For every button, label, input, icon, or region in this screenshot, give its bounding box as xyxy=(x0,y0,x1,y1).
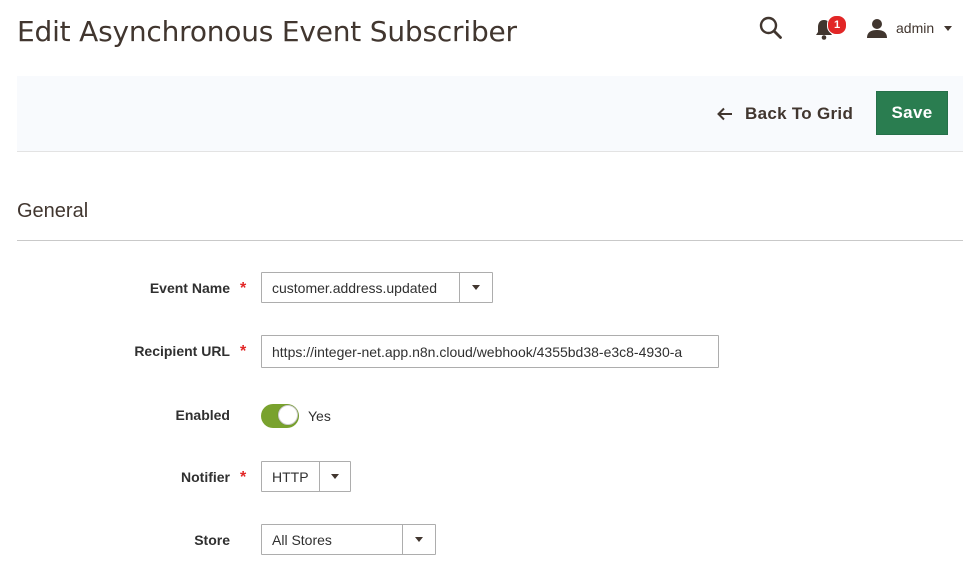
event-name-required-mark: * xyxy=(240,280,247,297)
back-to-grid-button[interactable]: Back To Grid xyxy=(717,101,853,127)
store-value: All Stores xyxy=(272,531,332,548)
page-title: Edit Asynchronous Event Subscriber xyxy=(17,15,517,48)
recipient-url-label: Recipient URL xyxy=(134,343,230,359)
arrow-left-icon xyxy=(717,107,732,121)
enabled-toggle[interactable] xyxy=(261,404,299,428)
recipient-url-input[interactable] xyxy=(261,335,719,368)
notifications-button[interactable]: 1 xyxy=(812,14,848,42)
back-to-grid-label: Back To Grid xyxy=(745,104,854,123)
store-dropdown-toggle[interactable] xyxy=(402,525,435,554)
chevron-down-icon xyxy=(415,537,423,542)
enabled-label: Enabled xyxy=(175,407,230,423)
chevron-down-icon xyxy=(472,285,480,290)
notifier-label: Notifier xyxy=(181,469,230,485)
save-button[interactable]: Save xyxy=(876,91,948,135)
page-actions-bar: Back To Grid Save xyxy=(17,76,963,152)
enabled-value: Yes xyxy=(308,408,331,424)
notifier-select[interactable]: HTTP xyxy=(261,461,351,492)
section-title-general: General xyxy=(17,200,89,222)
store-select[interactable]: All Stores xyxy=(261,524,436,555)
notifier-dropdown-toggle[interactable] xyxy=(318,462,350,491)
recipient-url-required-mark: * xyxy=(240,343,247,360)
notification-count-badge: 1 xyxy=(827,15,847,35)
section-divider xyxy=(17,240,963,241)
notifier-required-mark: * xyxy=(240,469,247,486)
user-icon xyxy=(867,19,887,38)
search-button[interactable] xyxy=(758,15,784,41)
event-name-dropdown-toggle[interactable] xyxy=(459,273,492,302)
page: Edit Asynchronous Event Subscriber 1 adm… xyxy=(0,0,969,581)
event-name-label: Event Name xyxy=(149,280,230,296)
search-icon xyxy=(759,16,782,39)
user-name: admin xyxy=(896,20,935,36)
chevron-down-icon xyxy=(944,25,953,31)
toggle-knob xyxy=(278,405,298,425)
event-name-value: customer.address.updated xyxy=(272,279,437,296)
store-label: Store xyxy=(194,532,230,548)
user-menu-button[interactable]: admin xyxy=(866,15,953,41)
event-name-select[interactable]: customer.address.updated xyxy=(261,272,493,303)
chevron-down-icon xyxy=(330,474,339,479)
notifier-value: HTTP xyxy=(272,468,309,485)
